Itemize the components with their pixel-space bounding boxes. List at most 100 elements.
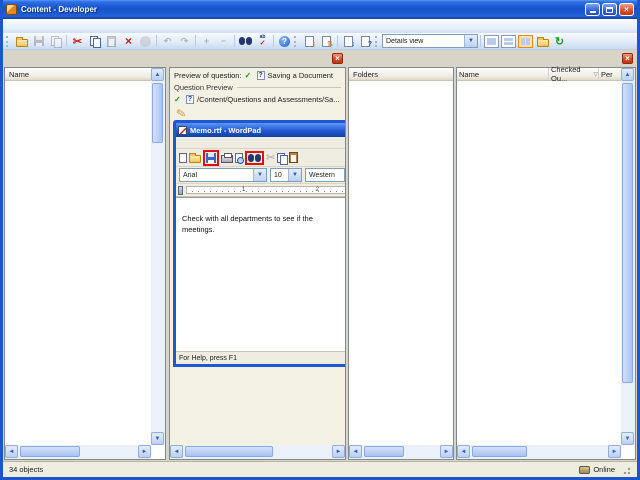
view-split-vertical-button[interactable] [518, 34, 533, 48]
toolbar-separator [234, 35, 235, 47]
check-in-icon[interactable]: ↑ [301, 34, 318, 49]
minimize-button[interactable] [585, 3, 600, 16]
paste-icon[interactable] [289, 152, 299, 163]
new-document-icon[interactable] [179, 152, 187, 163]
help-icon[interactable]: ? [276, 34, 293, 49]
open-icon[interactable] [189, 153, 201, 163]
view-single-pane-button[interactable] [484, 34, 499, 48]
print-icon[interactable] [221, 152, 233, 163]
font-size-select[interactable]: 10 ▼ [270, 168, 302, 182]
ruler[interactable]: 1 2 [176, 184, 345, 197]
vertical-scrollbar[interactable]: ▲ ▼ [151, 68, 165, 445]
preview-close-button[interactable]: × [332, 53, 343, 64]
scroll-left-icon[interactable]: ◄ [457, 445, 470, 458]
refresh-icon[interactable]: ↻ [551, 34, 568, 49]
toolbar-grip[interactable] [375, 35, 379, 47]
cut-icon[interactable]: ✂ [266, 151, 275, 164]
scrollbar-thumb[interactable] [152, 83, 163, 143]
online-icon [579, 465, 591, 474]
undo-icon[interactable]: ↶ [159, 34, 176, 49]
scrollbar-thumb[interactable] [472, 446, 527, 457]
delete-icon[interactable]: × [120, 34, 137, 49]
preview-header: Preview of question: ✓ ? Saving a Docume… [170, 68, 345, 81]
find-icon[interactable] [237, 34, 254, 49]
course-tree [5, 81, 151, 445]
title-bar[interactable]: Content - Developer × [3, 0, 637, 19]
column-checked-out[interactable]: Checked Ou... ▽ [549, 65, 599, 83]
scroll-left-icon[interactable]: ◄ [170, 445, 183, 458]
scroll-down-icon[interactable]: ▼ [151, 432, 164, 445]
import-icon[interactable]: ↓ [340, 34, 357, 49]
scroll-right-icon[interactable]: ► [608, 445, 621, 458]
save-icon[interactable] [30, 34, 47, 49]
link-icon[interactable] [137, 34, 154, 49]
preview-header-label: Preview of question: [174, 71, 242, 80]
vertical-scrollbar[interactable]: ▲ ▼ [621, 68, 635, 445]
folders-column-header[interactable]: Folders [349, 68, 453, 81]
cut-icon[interactable]: ✂ [69, 34, 86, 49]
maximize-button[interactable] [602, 3, 617, 16]
check-out-icon[interactable]: ⇅ [318, 34, 335, 49]
scrollbar-thumb[interactable] [622, 83, 633, 383]
wordpad-toolbar: ✂ [176, 149, 345, 167]
view-split-horizontal-button[interactable] [501, 34, 516, 48]
charset-select[interactable]: Western [305, 168, 345, 182]
folders-tree [349, 81, 453, 445]
chevron-down-icon[interactable]: ▼ [464, 35, 477, 47]
scrollbar-thumb[interactable] [364, 446, 404, 457]
scroll-up-icon[interactable]: ▲ [151, 68, 164, 81]
scroll-right-icon[interactable]: ► [332, 445, 345, 458]
find-highlight-box[interactable] [245, 150, 264, 165]
margin-marker[interactable] [178, 186, 183, 195]
scroll-left-icon[interactable]: ◄ [5, 445, 18, 458]
close-button[interactable]: × [619, 3, 634, 16]
copy-icon[interactable] [277, 152, 289, 165]
collapse-all-icon[interactable]: − [215, 34, 232, 49]
scrollbar-thumb[interactable] [20, 446, 80, 457]
paste-icon[interactable] [103, 34, 120, 49]
chevron-down-icon[interactable]: ▼ [288, 169, 301, 181]
scroll-right-icon[interactable]: ► [440, 445, 453, 458]
open-icon[interactable] [13, 34, 30, 49]
wordpad-title-bar[interactable]: Memo.rtf - WordPad [176, 123, 345, 137]
horizontal-scrollbar[interactable]: ◄ ► [170, 445, 345, 459]
wordpad-simulation-window[interactable]: Memo.rtf - WordPad ✂ Arial ▼ 10 ▼ Wester… [173, 120, 345, 367]
right-panel-close-button[interactable]: × [622, 53, 633, 64]
font-name-select[interactable]: Arial ▼ [179, 168, 267, 182]
horizontal-scrollbar[interactable]: ◄ ► [349, 445, 453, 459]
scroll-down-icon[interactable]: ▼ [621, 432, 634, 445]
save-highlight-box[interactable] [203, 149, 219, 166]
expand-all-icon[interactable]: + [198, 34, 215, 49]
wordpad-menu-bar [176, 137, 345, 149]
toolbar-grip[interactable] [294, 35, 298, 47]
check-icon: ✓ [174, 95, 181, 104]
horizontal-scrollbar[interactable]: ◄ ► [5, 445, 151, 459]
column-permissions[interactable]: Per [599, 68, 621, 80]
horizontal-scrollbar[interactable]: ◄ ► [457, 445, 621, 459]
wordpad-document[interactable]: Check with all departments to see if the… [176, 197, 345, 351]
copy-icon[interactable] [86, 34, 103, 49]
spellcheck-icon[interactable]: ab ✓ [254, 34, 271, 49]
question-path-row[interactable]: ✓ ? /Content/Questions and Assessments/S… [170, 92, 345, 105]
folder-options-icon[interactable] [534, 34, 551, 49]
print-preview-icon[interactable] [235, 152, 244, 164]
toolbar-separator [195, 35, 196, 47]
save-all-icon[interactable] [47, 34, 64, 49]
name-column-header[interactable]: Name [5, 68, 151, 81]
redo-icon[interactable]: ↷ [176, 34, 193, 49]
toolbar-grip[interactable] [6, 35, 10, 47]
scroll-right-icon[interactable]: ► [138, 445, 151, 458]
export-icon[interactable]: ? [357, 34, 374, 49]
scrollbar-thumb[interactable] [185, 446, 273, 457]
column-name[interactable]: Name [457, 68, 549, 80]
details-view-select[interactable]: Details view ▼ [382, 34, 478, 48]
scroll-left-icon[interactable]: ◄ [349, 445, 362, 458]
save-icon[interactable] [206, 152, 216, 163]
app-icon [6, 4, 17, 15]
scroll-up-icon[interactable]: ▲ [621, 68, 634, 81]
chevron-down-icon[interactable]: ▼ [253, 169, 266, 181]
find-icon[interactable] [248, 153, 261, 162]
body-text: Check with all departments to see if the [182, 214, 313, 223]
resize-grip[interactable] [621, 464, 631, 475]
toolbar-separator [273, 35, 274, 47]
